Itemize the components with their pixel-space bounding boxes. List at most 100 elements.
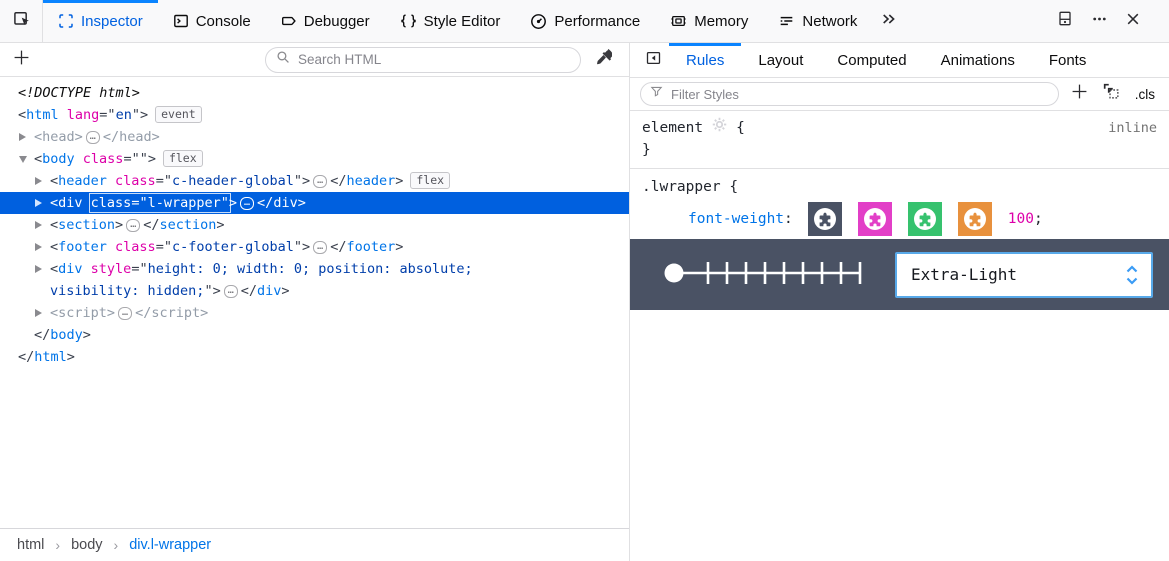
tree-row[interactable]: <head>… </head> — [0, 126, 629, 148]
expand-right-icon[interactable] — [35, 264, 42, 273]
event-badge[interactable]: event — [155, 105, 202, 123]
pane-toggle-button[interactable] — [637, 43, 669, 77]
toggle-classes-button[interactable]: .cls — [1133, 87, 1157, 102]
search-html-box — [265, 46, 581, 73]
code-token: "> — [293, 239, 311, 255]
code-token: =""> — [123, 151, 156, 167]
expand-right-icon[interactable] — [35, 242, 42, 251]
dock-button[interactable] — [1051, 7, 1079, 35]
tab-style-editor[interactable]: Style Editor — [385, 0, 516, 42]
tree-row[interactable]: <div style="height: 0; width: 0; positio… — [0, 258, 629, 280]
sidebar-toggle-icon — [645, 50, 662, 71]
add-rule-button[interactable] — [1069, 82, 1091, 106]
add-node-button[interactable] — [8, 47, 34, 73]
tab-console[interactable]: Console — [158, 0, 266, 42]
tree-row[interactable]: <!DOCTYPE html> — [0, 82, 629, 104]
collapsed-content-pill[interactable]: … — [126, 219, 141, 232]
property-name[interactable]: font-weight — [688, 211, 784, 227]
tab-layout[interactable]: Layout — [741, 43, 820, 77]
memory-icon — [670, 13, 687, 29]
breadcrumb-item-div.l-wrapper[interactable]: div.l-wrapper — [129, 537, 211, 553]
collapsed-content-pill[interactable]: … — [118, 307, 133, 320]
code-token: > — [395, 173, 404, 189]
expand-right-icon[interactable] — [35, 176, 42, 185]
pick-element-button[interactable] — [0, 0, 42, 42]
inspector-icon — [58, 13, 74, 29]
tree-row[interactable]: </body> — [0, 324, 629, 346]
selector-highlighter-icon[interactable] — [712, 117, 727, 139]
flex-badge[interactable]: flex — [162, 149, 203, 167]
tree-row[interactable]: <script>… </script> — [0, 302, 629, 324]
tree-row[interactable]: <header class="c-header-global">… </heade… — [0, 170, 629, 192]
code-token: div — [273, 195, 298, 211]
breadcrumb-item-html[interactable]: html — [17, 537, 44, 553]
magenta-extension-swatch[interactable] — [857, 201, 892, 236]
markup-toolbar — [0, 43, 629, 77]
code-token: section — [58, 217, 116, 233]
code-token: class — [106, 239, 156, 255]
code-token: < — [50, 217, 59, 233]
code-token: "> — [293, 173, 311, 189]
code-token: > — [228, 195, 238, 211]
collapsed-content-pill[interactable]: … — [223, 285, 238, 298]
code-token: > — [281, 283, 290, 299]
slate-extension-swatch[interactable] — [807, 201, 842, 236]
meatball-menu-button[interactable] — [1085, 7, 1113, 35]
code-token: </ — [330, 173, 347, 189]
breadcrumb-item-body[interactable]: body — [71, 537, 102, 553]
close-button[interactable] — [1119, 7, 1147, 35]
tab-fonts[interactable]: Fonts — [1032, 43, 1104, 77]
expand-right-icon[interactable] — [35, 198, 42, 207]
pseudo-class-panel-button[interactable] — [1101, 82, 1123, 106]
tab-performance[interactable]: Performance — [515, 0, 655, 42]
collapsed-content-pill[interactable]: … — [240, 197, 255, 210]
tab-inspector[interactable]: Inspector — [43, 0, 158, 42]
tree-row[interactable]: visibility: hidden;">… </div> — [0, 280, 629, 302]
eyedropper-button[interactable] — [587, 47, 619, 73]
expand-right-icon[interactable] — [19, 132, 26, 141]
code-token: html — [26, 107, 59, 123]
pick-element-icon — [13, 10, 30, 32]
rule-source-label[interactable]: inline — [1108, 117, 1157, 139]
orange-extension-swatch[interactable] — [957, 201, 992, 236]
expand-right-icon[interactable] — [35, 308, 42, 317]
tree-row[interactable]: <body class=""> flex — [0, 148, 629, 170]
html-tree: <!DOCTYPE html> <html lang="en"> event <hea… — [0, 77, 629, 528]
brace-close: } — [642, 142, 651, 158]
tree-row-selected[interactable]: <div class="l-wrapper">… </div> — [0, 192, 629, 214]
search-html-input[interactable] — [296, 51, 570, 68]
element-selector[interactable]: element — [642, 117, 703, 139]
tree-row[interactable]: <section>… </section> — [0, 214, 629, 236]
expand-down-icon[interactable] — [19, 156, 27, 163]
code-token: =" — [99, 107, 116, 123]
tab-memory[interactable]: Memory — [655, 0, 763, 42]
tab-computed[interactable]: Computed — [820, 43, 923, 77]
code-token: </ — [143, 217, 160, 233]
code-token: footer — [58, 239, 107, 255]
font-weight-slider[interactable] — [658, 251, 870, 299]
tree-row[interactable]: <html lang="en"> event — [0, 104, 629, 126]
puzzle-piece-icon — [913, 207, 936, 230]
code-token: < — [50, 261, 59, 277]
font-weight-select[interactable]: Extra-Light — [895, 251, 1153, 298]
expand-right-icon[interactable] — [35, 220, 42, 229]
code-token: <!DOCTYPE html> — [18, 85, 140, 101]
tab-network[interactable]: Network — [763, 0, 872, 42]
rule-selector[interactable]: .lwrapper — [642, 179, 721, 195]
flex-badge[interactable]: flex — [410, 171, 451, 189]
highlighted-attribute[interactable]: class="l-wrapper" — [88, 193, 231, 213]
collapsed-content-pill[interactable]: … — [313, 241, 328, 254]
collapsed-content-pill[interactable]: … — [313, 175, 328, 188]
tab-debugger[interactable]: Debugger — [266, 0, 385, 42]
filter-styles-input[interactable] — [669, 85, 1049, 103]
collapsed-content-pill[interactable]: … — [85, 131, 100, 144]
tree-row[interactable]: </html> — [0, 346, 629, 368]
more-tabs-button[interactable] — [872, 0, 905, 42]
tab-animations[interactable]: Animations — [924, 43, 1032, 77]
green-extension-swatch[interactable] — [907, 201, 942, 236]
tab-rules[interactable]: Rules — [669, 43, 742, 77]
tree-row[interactable]: <footer class="c-footer-global">… </foote… — [0, 236, 629, 258]
code-token: </ — [18, 349, 35, 365]
code-token: header — [58, 173, 107, 189]
property-value[interactable]: 100 — [1008, 211, 1034, 227]
